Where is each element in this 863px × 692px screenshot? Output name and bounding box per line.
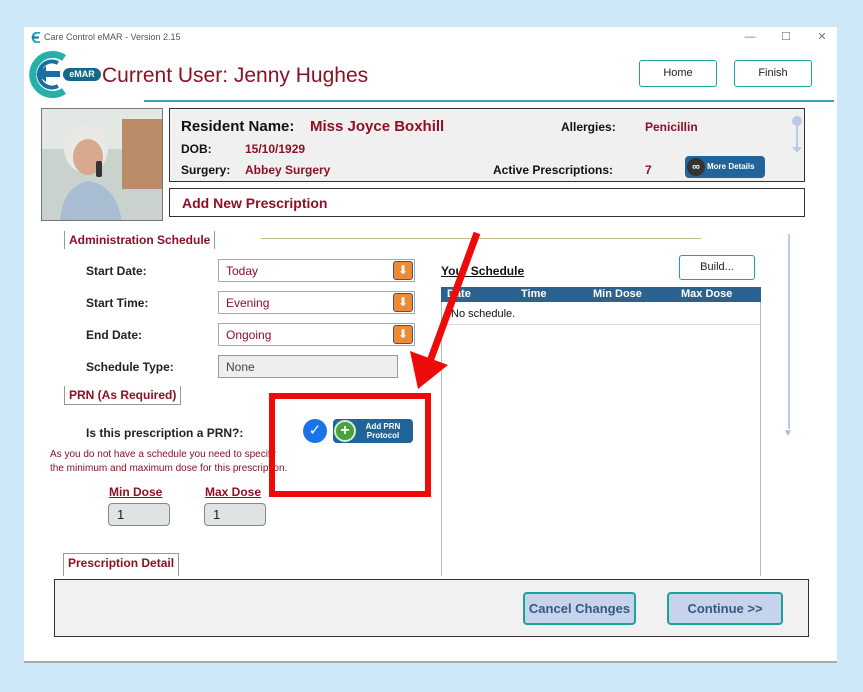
app-window: Care Control eMAR - Version 2.15 — ☐ ✕ e… (24, 27, 837, 663)
annotation-highlight-box (269, 393, 431, 497)
annotation-arrow-icon (410, 231, 481, 389)
